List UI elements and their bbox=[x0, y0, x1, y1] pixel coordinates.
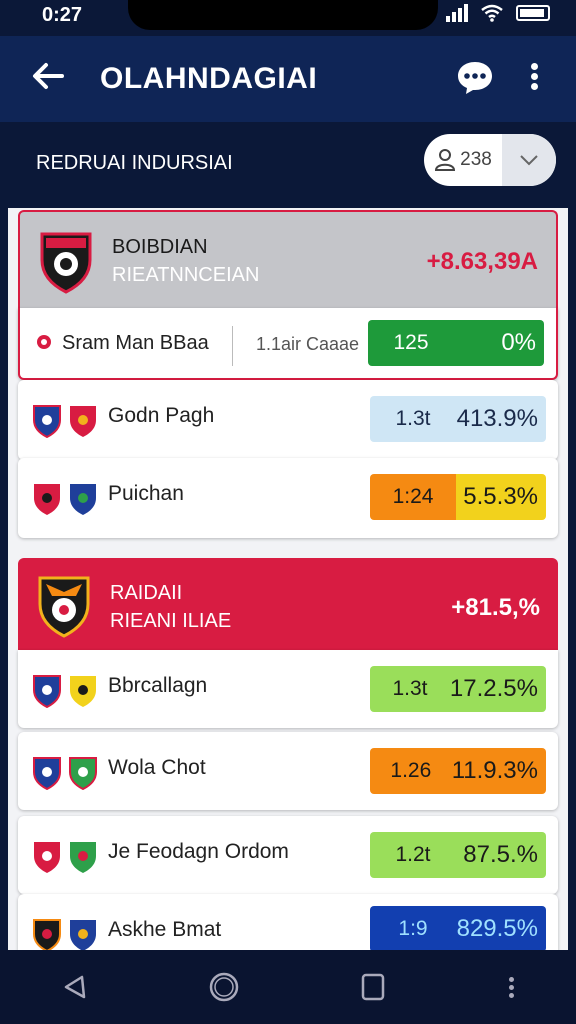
table-row[interactable]: Bbrcallagn 1.3t 17.2.5% bbox=[18, 650, 558, 728]
odds-button[interactable]: 1.3t 413.9% bbox=[370, 396, 546, 442]
odds-value: 1.26 bbox=[370, 748, 452, 794]
odds-button[interactable]: 125 0% bbox=[368, 320, 544, 366]
group-subname: RIEANI ILIAE bbox=[110, 610, 232, 632]
team-shield-icon bbox=[33, 919, 61, 950]
battery-icon bbox=[516, 5, 550, 21]
page-title: OLAHNDAGIAI bbox=[100, 62, 318, 95]
row-name: Wola Chot bbox=[108, 756, 206, 779]
odds-value: 1:24 bbox=[370, 474, 456, 520]
chat-bubble-icon bbox=[458, 62, 492, 94]
team-badges bbox=[32, 756, 98, 790]
square-recents-icon bbox=[361, 973, 384, 1001]
row-name: Askhe Bmat bbox=[108, 918, 222, 941]
triangle-back-icon bbox=[64, 975, 85, 999]
team-crest-icon bbox=[38, 230, 94, 294]
row-subtitle: 1.1air Caaae bbox=[256, 334, 360, 354]
table-row[interactable]: Je Feodagn Ordom 1.2t 87.5.% bbox=[18, 816, 558, 894]
chat-button[interactable] bbox=[456, 60, 494, 96]
nav-recents-button[interactable] bbox=[353, 967, 393, 1007]
table-row[interactable]: Sram Man BBaa 1.1air Caaae 125 0% bbox=[18, 308, 558, 380]
system-nav-bar bbox=[0, 950, 576, 1024]
odds-value: 1.3t bbox=[370, 666, 450, 712]
filter-count: 238 bbox=[424, 134, 502, 186]
user-icon bbox=[435, 149, 456, 171]
team-shield-icon bbox=[70, 406, 96, 437]
team-badges bbox=[32, 482, 98, 516]
team-shield-icon bbox=[70, 676, 96, 707]
match-list: BOIBDIAN RIEATNNCEIAN +8.63,39A Sram Man… bbox=[8, 208, 568, 950]
system-icons bbox=[446, 4, 550, 22]
team-badge-icon bbox=[37, 335, 51, 349]
row-name: Godn Pagh bbox=[108, 404, 215, 427]
team-badges bbox=[32, 840, 98, 874]
odds-percent: 829.5% bbox=[456, 906, 546, 950]
team-shield-icon bbox=[70, 920, 96, 950]
sub-header: REDRUAI INDURSIAI 238 bbox=[0, 122, 576, 208]
odds-button[interactable]: 1:9 829.5% bbox=[370, 906, 546, 950]
row-name: Sram Man BBaa bbox=[62, 332, 209, 354]
team-badges bbox=[32, 918, 98, 950]
group-name: BOIBDIAN bbox=[112, 236, 208, 258]
nav-back-button[interactable] bbox=[55, 967, 95, 1007]
team-crest-icon bbox=[36, 574, 92, 638]
group-header[interactable]: BOIBDIAN RIEATNNCEIAN +8.63,39A bbox=[18, 210, 558, 308]
divider bbox=[232, 326, 233, 366]
nav-more-button[interactable] bbox=[502, 967, 522, 1007]
odds-percent: 87.5.% bbox=[456, 832, 546, 878]
team-shield-icon bbox=[33, 405, 61, 438]
filter-dropdown[interactable]: 238 bbox=[424, 134, 556, 186]
odds-button[interactable]: 1:24 5.5.3% bbox=[370, 474, 546, 520]
odds-percent: 11.9.3% bbox=[451, 748, 546, 794]
status-bar: 0:27 bbox=[0, 0, 576, 36]
filter-count-value: 238 bbox=[460, 149, 492, 170]
team-shield-icon bbox=[33, 757, 61, 790]
circle-home-icon bbox=[209, 972, 238, 1002]
table-row[interactable]: Puichan 1:24 5.5.3% bbox=[18, 458, 558, 538]
odds-value: 125 bbox=[368, 320, 454, 366]
team-shield-icon bbox=[34, 484, 60, 515]
filter-dropdown-toggle[interactable] bbox=[502, 134, 556, 186]
camera-notch bbox=[128, 0, 438, 30]
section-title: REDRUAI INDURSIAI bbox=[36, 152, 233, 174]
group-subname: RIEATNNCEIAN bbox=[112, 264, 260, 286]
group-value: +8.63,39A bbox=[426, 248, 538, 275]
nav-home-button[interactable] bbox=[204, 967, 244, 1007]
signal-icon bbox=[446, 4, 468, 22]
app-bar: OLAHNDAGIAI bbox=[0, 36, 576, 122]
odds-button[interactable]: 1.26 11.9.3% bbox=[370, 748, 546, 794]
odds-value: 1:9 bbox=[370, 906, 456, 950]
group-name: RAIDAII bbox=[110, 582, 183, 604]
row-name: Je Feodagn Ordom bbox=[108, 840, 289, 863]
odds-percent: 5.5.3% bbox=[456, 474, 546, 520]
table-row[interactable]: Godn Pagh 1.3t 413.9% bbox=[18, 380, 558, 460]
odds-button[interactable]: 1.3t 17.2.5% bbox=[370, 666, 546, 712]
more-options-button[interactable] bbox=[524, 60, 544, 100]
team-shield-icon bbox=[33, 675, 61, 708]
odds-value: 1.2t bbox=[370, 832, 456, 878]
group-header[interactable]: RAIDAII RIEANI ILIAE +81.5,% bbox=[18, 558, 558, 650]
group-value: +81.5,% bbox=[451, 594, 540, 621]
row-name: Bbrcallagn bbox=[108, 674, 208, 697]
odds-percent: 0% bbox=[454, 320, 544, 366]
odds-percent: 17.2.5% bbox=[449, 666, 546, 712]
wifi-icon bbox=[481, 4, 503, 22]
odds-percent: 413.9% bbox=[456, 396, 546, 442]
team-shield-icon bbox=[69, 757, 97, 790]
odds-button[interactable]: 1.2t 87.5.% bbox=[370, 832, 546, 878]
chevron-down-icon bbox=[520, 155, 538, 166]
row-name: Puichan bbox=[108, 482, 184, 505]
team-shield-icon bbox=[34, 842, 60, 873]
more-vertical-icon bbox=[509, 974, 514, 1001]
status-time: 0:27 bbox=[42, 4, 83, 26]
back-button[interactable] bbox=[26, 56, 70, 100]
table-row[interactable]: Askhe Bmat 1:9 829.5% bbox=[18, 894, 558, 950]
team-shield-icon bbox=[70, 842, 96, 873]
team-badges bbox=[32, 674, 98, 708]
arrow-left-icon bbox=[33, 63, 64, 89]
odds-value: 1.3t bbox=[370, 396, 456, 442]
team-shield-icon bbox=[70, 484, 96, 515]
team-badges bbox=[32, 404, 98, 438]
table-row[interactable]: Wola Chot 1.26 11.9.3% bbox=[18, 732, 558, 810]
